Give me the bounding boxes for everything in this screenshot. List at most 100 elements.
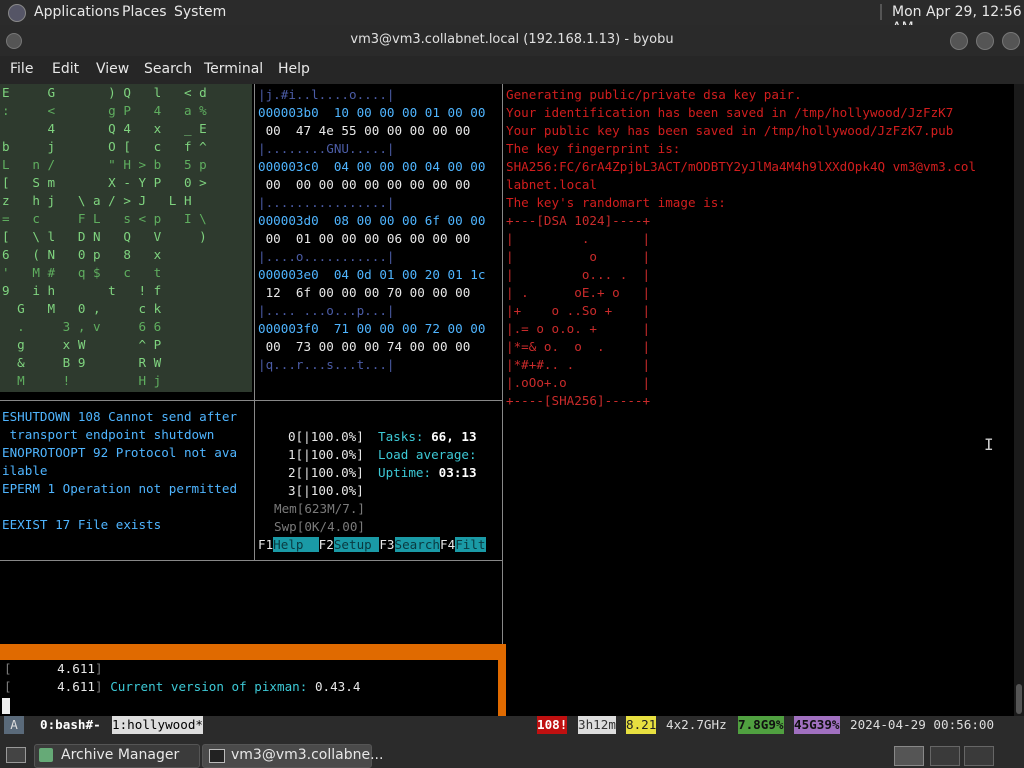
hexdump-pane: |j.#i..l....o....| 000003b0 10 00 00 00 0…: [258, 86, 502, 386]
archive-manager-icon: [39, 748, 53, 762]
keygen-line: Your identification has been saved in /t…: [506, 105, 954, 120]
fkey-label[interactable]: F2: [319, 537, 334, 552]
pane-divider[interactable]: [0, 560, 502, 561]
cpu-meter: 0[|100.0%]: [288, 429, 364, 444]
keygen-line: |.oOo+.o |: [506, 375, 651, 390]
status-load: 8.21: [626, 716, 657, 734]
menu-edit[interactable]: Edit: [52, 61, 79, 77]
errno-line: EEXIST 17 File exists: [2, 517, 162, 532]
close-button[interactable]: [1002, 32, 1020, 50]
boot-log: [ 4.611] [ 4.611] Current version of pix…: [4, 660, 498, 708]
hexdump-line: 000003b0 10 00 00 00 01 00 00: [258, 105, 486, 120]
keygen-line: Your public key has been saved in /tmp/h…: [506, 123, 954, 138]
fkey-action[interactable]: Search: [394, 537, 441, 552]
keygen-line: |.= o o.o. + |: [506, 321, 651, 336]
menu-terminal[interactable]: Terminal: [204, 61, 263, 77]
boot-line: [ 4.611] Current version of pixman: 0.43…: [4, 679, 361, 694]
status-badge-errors: 108!: [537, 716, 568, 734]
maximize-button[interactable]: [976, 32, 994, 50]
places-menu[interactable]: Places: [122, 4, 167, 20]
pane-divider[interactable]: [0, 400, 502, 401]
keygen-line: | o |: [506, 249, 651, 264]
workspace-switcher-icon[interactable]: [930, 746, 960, 766]
matrix-line: [ S m X - Y P 0 >: [2, 175, 207, 190]
orange-bar: [0, 644, 506, 660]
matrix-line: G M 0 , c k: [2, 301, 162, 316]
hexdump-line: 12 6f 00 00 00 70 00 00 00: [258, 285, 471, 300]
window-title: vm3@vm3.collabnet.local (192.168.1.13) -…: [350, 32, 674, 47]
matrix-line: b j O [ c f ^: [2, 139, 207, 154]
keygen-line: Generating public/private dsa key pair.: [506, 87, 802, 102]
text-cursor-icon: I: [984, 435, 994, 454]
matrix-line: 9 i h t ! f: [2, 283, 162, 298]
keygen-line: The key fingerprint is:: [506, 141, 681, 156]
hexdump-line: |.... ...o...p...|: [258, 303, 395, 318]
hexdump-line: |q...r...s...t...|: [258, 357, 395, 372]
fkey-label[interactable]: F3: [379, 537, 394, 552]
fkey-action[interactable]: Help: [273, 537, 319, 552]
status-memory: 7.8G9%: [738, 716, 784, 734]
htop-pane: 0[|100.0%] 1[|100.0%] 2[|100.0%] 3[|100.0%]…: [258, 426, 502, 556]
menu-search[interactable]: Search: [144, 61, 192, 77]
fkey-action[interactable]: Setup: [333, 537, 380, 552]
matrix-pane: E G ) Q l < d: < g P 4 a % 4 Q 4 x _ E b …: [0, 84, 252, 392]
cpu-meter: 3[|100.0%]: [288, 483, 364, 498]
window-tab-hollywood[interactable]: 1:hollywood*: [112, 716, 203, 734]
keygen-line: +----[SHA256]-----+: [506, 393, 651, 408]
boot-line: [ 4.611]: [4, 661, 103, 676]
pane-divider[interactable]: [502, 84, 503, 644]
hexdump-line: 000003e0 04 0d 01 00 20 01 1c: [258, 267, 486, 282]
window-titlebar[interactable]: vm3@vm3.collabnet.local (192.168.1.13) -…: [0, 25, 1024, 56]
applications-menu[interactable]: Applications: [34, 4, 120, 20]
keygen-line: |*#+#.. . |: [506, 357, 651, 372]
matrix-line: : < g P 4 a %: [2, 103, 207, 118]
taskbar-item-terminal[interactable]: vm3@vm3.collabne...: [202, 744, 383, 768]
workspace-switcher-icon[interactable]: [964, 746, 994, 766]
session-indicator[interactable]: A: [4, 716, 24, 734]
load-average-line: Load average:: [378, 447, 477, 462]
workspace-switcher-icon[interactable]: [894, 746, 924, 766]
minimize-button[interactable]: [950, 32, 968, 50]
window-tab-bash[interactable]: 0:bash#-: [40, 716, 101, 734]
orange-bar-right: [498, 644, 506, 716]
show-desktop-icon[interactable]: [6, 747, 26, 763]
fkey-label[interactable]: F4: [440, 537, 455, 552]
keygen-line: | . |: [506, 231, 651, 246]
mem-meter: Mem[623M/7.]: [274, 501, 365, 516]
hexdump-line: 00 00 00 00 00 00 00 00 00: [258, 177, 471, 192]
hexdump-line: |........GNU.....|: [258, 141, 395, 156]
tasks-line: Tasks: 66, 13: [378, 429, 477, 444]
menu-file[interactable]: File: [10, 61, 33, 77]
fkey-label[interactable]: F1: [258, 537, 273, 552]
keygen-line: +---[DSA 1024]----+: [506, 213, 651, 228]
hexdump-line: 000003f0 71 00 00 00 72 00 00: [258, 321, 486, 336]
menu-help[interactable]: Help: [278, 61, 310, 77]
terminal-area[interactable]: E G ) Q l < d: < g P 4 a % 4 Q 4 x _ E b …: [0, 84, 1024, 716]
matrix-line: 6 ( N 0 p 8 x: [2, 247, 162, 262]
status-uptime: 3h12m: [578, 716, 616, 734]
status-cpu: 4x2.7GHz: [666, 717, 727, 732]
fkey-action[interactable]: Filt: [455, 537, 486, 552]
keygen-line: SHA256:FC/6rA4ZpjbL3ACT/mODBTY2yJlMa4M4h…: [506, 159, 977, 174]
hexdump-line: |....o...........|: [258, 249, 395, 264]
hexdump-line: |j.#i..l....o....|: [258, 87, 395, 102]
errno-pane: ESHUTDOWN 108 Cannot send after transpor…: [2, 408, 254, 558]
pane-divider[interactable]: [254, 84, 255, 560]
keygen-pane: Generating public/private dsa key pair. Y…: [506, 86, 1006, 416]
errno-line: EPERM 1 Operation not permitted: [2, 481, 238, 496]
scrollbar-thumb[interactable]: [1016, 684, 1022, 714]
hexdump-line: |................|: [258, 195, 395, 210]
byobu-status-bar: A 0:bash#- 1:hollywood* 108! 3h12m 8.21 …: [0, 716, 1024, 734]
matrix-line: E G ) Q l < d: [2, 85, 207, 100]
menu-view[interactable]: View: [96, 61, 129, 77]
scrollbar[interactable]: [1014, 84, 1024, 716]
swap-meter: Swp[0K/4.00]: [274, 519, 365, 534]
foot-icon[interactable]: [8, 4, 26, 22]
matrix-line: L n / " H > b 5 p: [2, 157, 207, 172]
errno-line: ESHUTDOWN 108 Cannot send after: [2, 409, 238, 424]
taskbar-item-archive-manager[interactable]: Archive Manager: [34, 744, 200, 768]
errno-line: transport endpoint shutdown: [2, 427, 215, 442]
keygen-line: labnet.local: [506, 177, 597, 192]
matrix-line: & B 9 R W: [2, 355, 162, 370]
system-menu[interactable]: System: [174, 4, 226, 20]
